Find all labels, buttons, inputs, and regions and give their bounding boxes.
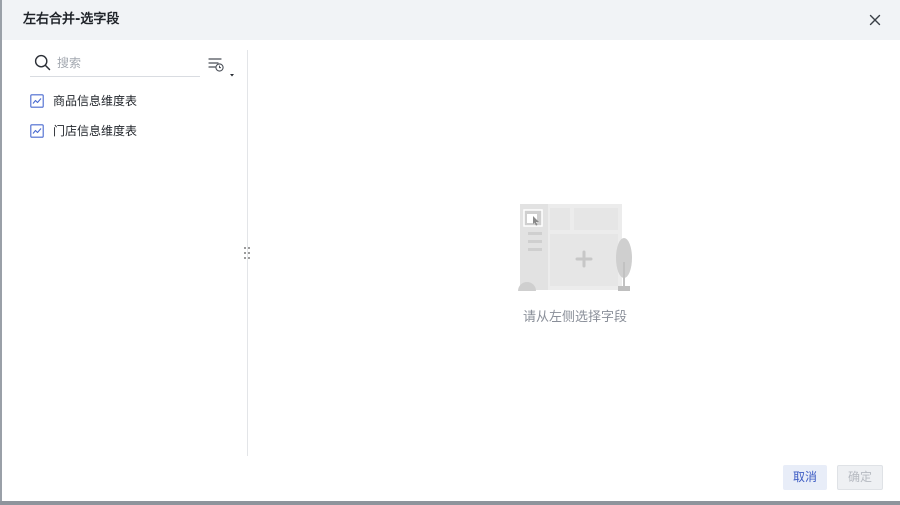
field-source-panel: 商品信息维度表 门店信息维度表 bbox=[2, 40, 247, 458]
drag-handle[interactable] bbox=[242, 245, 252, 261]
table-chart-icon bbox=[30, 124, 44, 138]
close-button[interactable] bbox=[866, 11, 884, 29]
table-chart-icon bbox=[30, 94, 44, 108]
search-icon bbox=[34, 54, 51, 71]
sort-filter-button[interactable] bbox=[207, 56, 237, 78]
sort-history-icon bbox=[208, 58, 234, 77]
cancel-button[interactable]: 取消 bbox=[783, 465, 827, 490]
close-icon bbox=[869, 14, 881, 26]
search-box bbox=[30, 50, 200, 77]
confirm-button[interactable]: 确定 bbox=[837, 465, 883, 490]
table-item-store[interactable]: 门店信息维度表 bbox=[30, 121, 230, 141]
empty-state-illustration bbox=[518, 204, 632, 291]
drag-handle-icon bbox=[244, 247, 250, 259]
dialog: 左右合并-选字段 搜索 商品信息维度表 门店信息维度表 请从左侧选择字段 取消 … bbox=[2, 0, 900, 501]
empty-state-text: 请从左侧选择字段 bbox=[522, 310, 627, 325]
dialog-title: 左右合并-选字段 bbox=[23, 12, 120, 27]
table-item-label: 门店信息维度表 bbox=[53, 124, 138, 138]
search-input[interactable] bbox=[57, 53, 195, 73]
dialog-header: 左右合并-选字段 bbox=[2, 0, 900, 40]
table-item-label: 商品信息维度表 bbox=[53, 94, 138, 108]
backdrop-strip bbox=[0, 501, 900, 505]
table-item-product[interactable]: 商品信息维度表 bbox=[30, 91, 230, 111]
